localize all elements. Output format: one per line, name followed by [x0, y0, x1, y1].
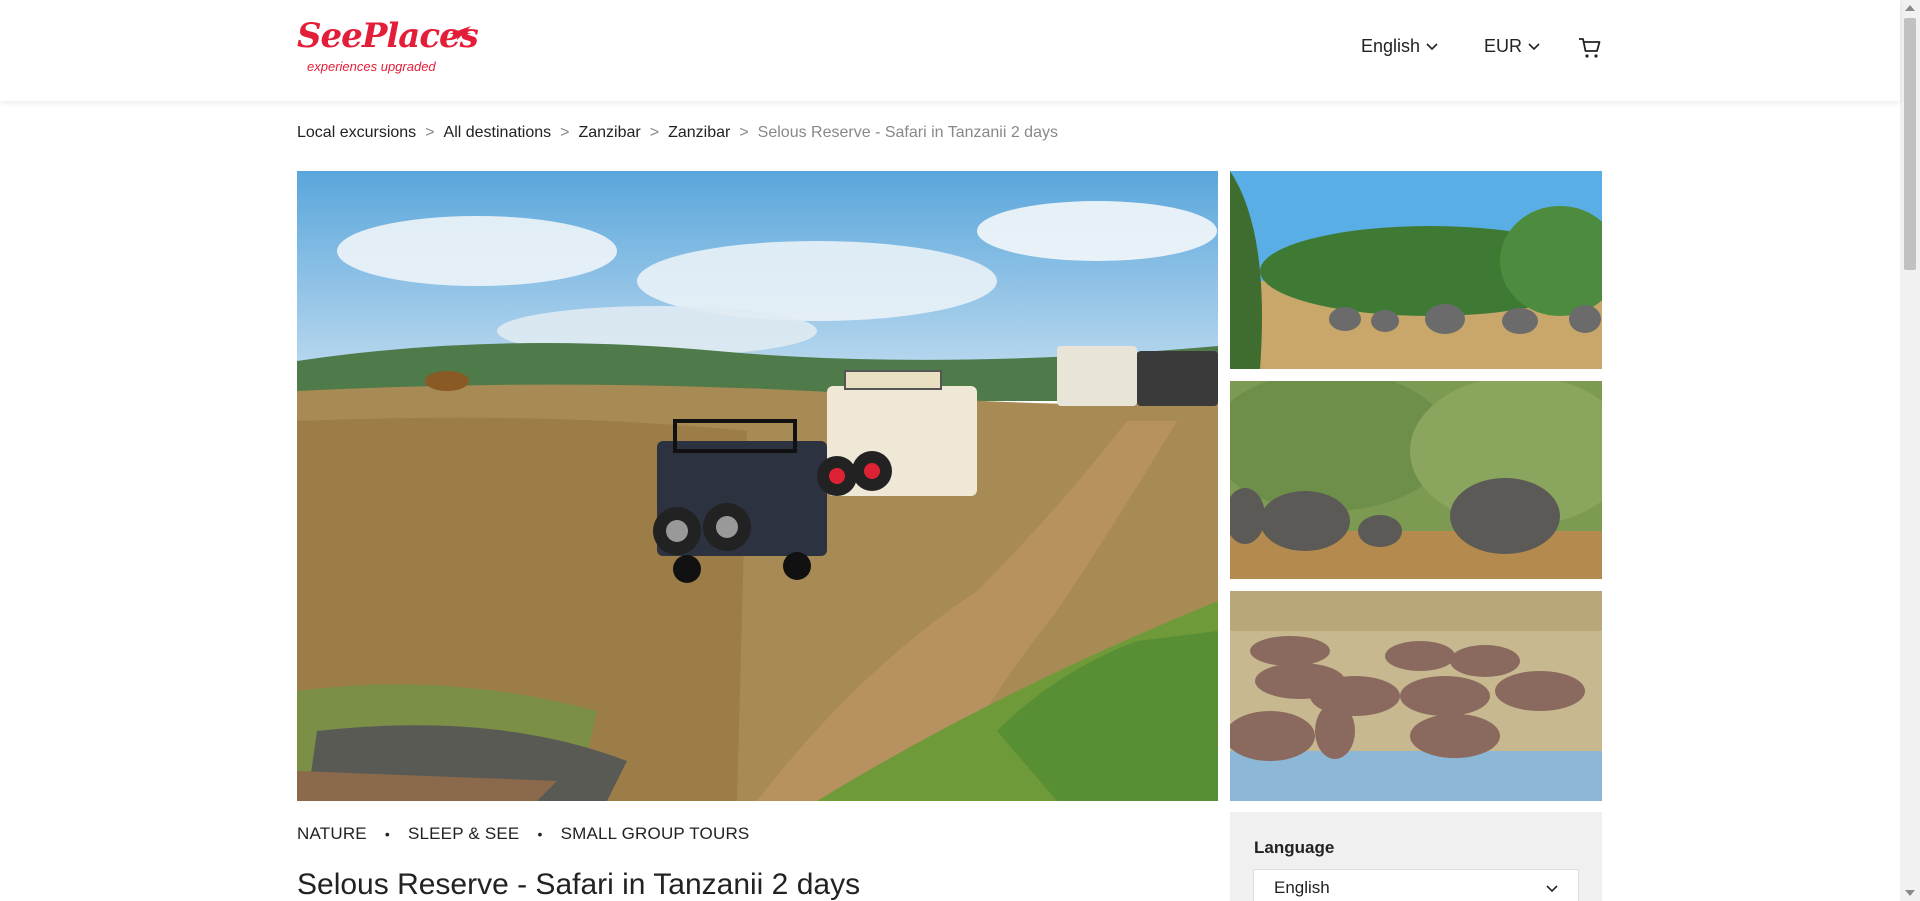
page-scrollbar[interactable] [1900, 0, 1920, 901]
logo[interactable]: SeePlaces experiences upgraded [297, 16, 479, 78]
scroll-up-icon[interactable] [1905, 5, 1915, 11]
cart-icon[interactable] [1578, 36, 1602, 60]
jeep-distant [1057, 346, 1218, 406]
booking-panel: Language English [1230, 812, 1602, 901]
scroll-thumb[interactable] [1904, 18, 1916, 270]
elephants-palms-image [1230, 171, 1602, 369]
breadcrumb-all-destinations[interactable]: All destinations [444, 124, 552, 142]
elephant-herd-image [1230, 381, 1602, 579]
chevron-down-icon [1546, 885, 1558, 893]
currency-selector[interactable]: EUR [1484, 36, 1540, 57]
breadcrumb-separator: > [425, 124, 435, 141]
chevron-down-icon [1528, 42, 1540, 50]
tag-separator: • [537, 826, 543, 842]
breadcrumb-separator: > [739, 124, 749, 141]
gallery-thumbnail-3[interactable] [1230, 591, 1602, 801]
breadcrumb-separator: > [560, 124, 570, 141]
breadcrumb-separator: > [649, 124, 660, 141]
breadcrumb-local-excursions[interactable]: Local excursions [297, 124, 416, 142]
breadcrumb-zanzibar-city[interactable]: Zanzibar [668, 124, 730, 142]
gallery-thumbnail-2[interactable] [1230, 381, 1602, 579]
currency-selector-label: EUR [1484, 36, 1523, 56]
language-selector-label: English [1361, 36, 1421, 56]
language-select-value: English [1274, 878, 1330, 897]
plane-icon [449, 26, 471, 40]
scroll-down-icon[interactable] [1905, 890, 1915, 896]
site-header: SeePlaces experiences upgraded English E… [0, 0, 1900, 101]
hippos-image [1230, 591, 1602, 801]
tag-nature[interactable]: NATURE [297, 824, 367, 844]
logo-tagline: experiences upgraded [307, 59, 436, 74]
gallery-thumbnail-1[interactable] [1230, 171, 1602, 369]
jeep-white [817, 370, 977, 496]
page-title: Selous Reserve - Safari in Tanzanii 2 da… [297, 868, 861, 901]
main-gallery-image[interactable] [297, 171, 1218, 801]
language-select[interactable]: English [1253, 869, 1579, 901]
safari-jeeps-image [297, 171, 1218, 801]
breadcrumb-zanzibar-region[interactable]: Zanzibar [578, 124, 640, 142]
chevron-down-icon [1426, 42, 1438, 50]
breadcrumb-current: Selous Reserve - Safari in Tanzanii 2 da… [757, 124, 1058, 141]
tour-tags: NATURE • SLEEP & SEE • SMALL GROUP TOURS [297, 824, 749, 844]
breadcrumb: Local excursions > All destinations > Za… [297, 124, 1058, 142]
language-selector[interactable]: English [1361, 36, 1438, 57]
tag-separator: • [384, 826, 390, 842]
tag-small-group-tours[interactable]: SMALL GROUP TOURS [561, 824, 750, 844]
tag-sleep-and-see[interactable]: SLEEP & SEE [408, 824, 520, 844]
language-label: Language [1254, 838, 1335, 857]
